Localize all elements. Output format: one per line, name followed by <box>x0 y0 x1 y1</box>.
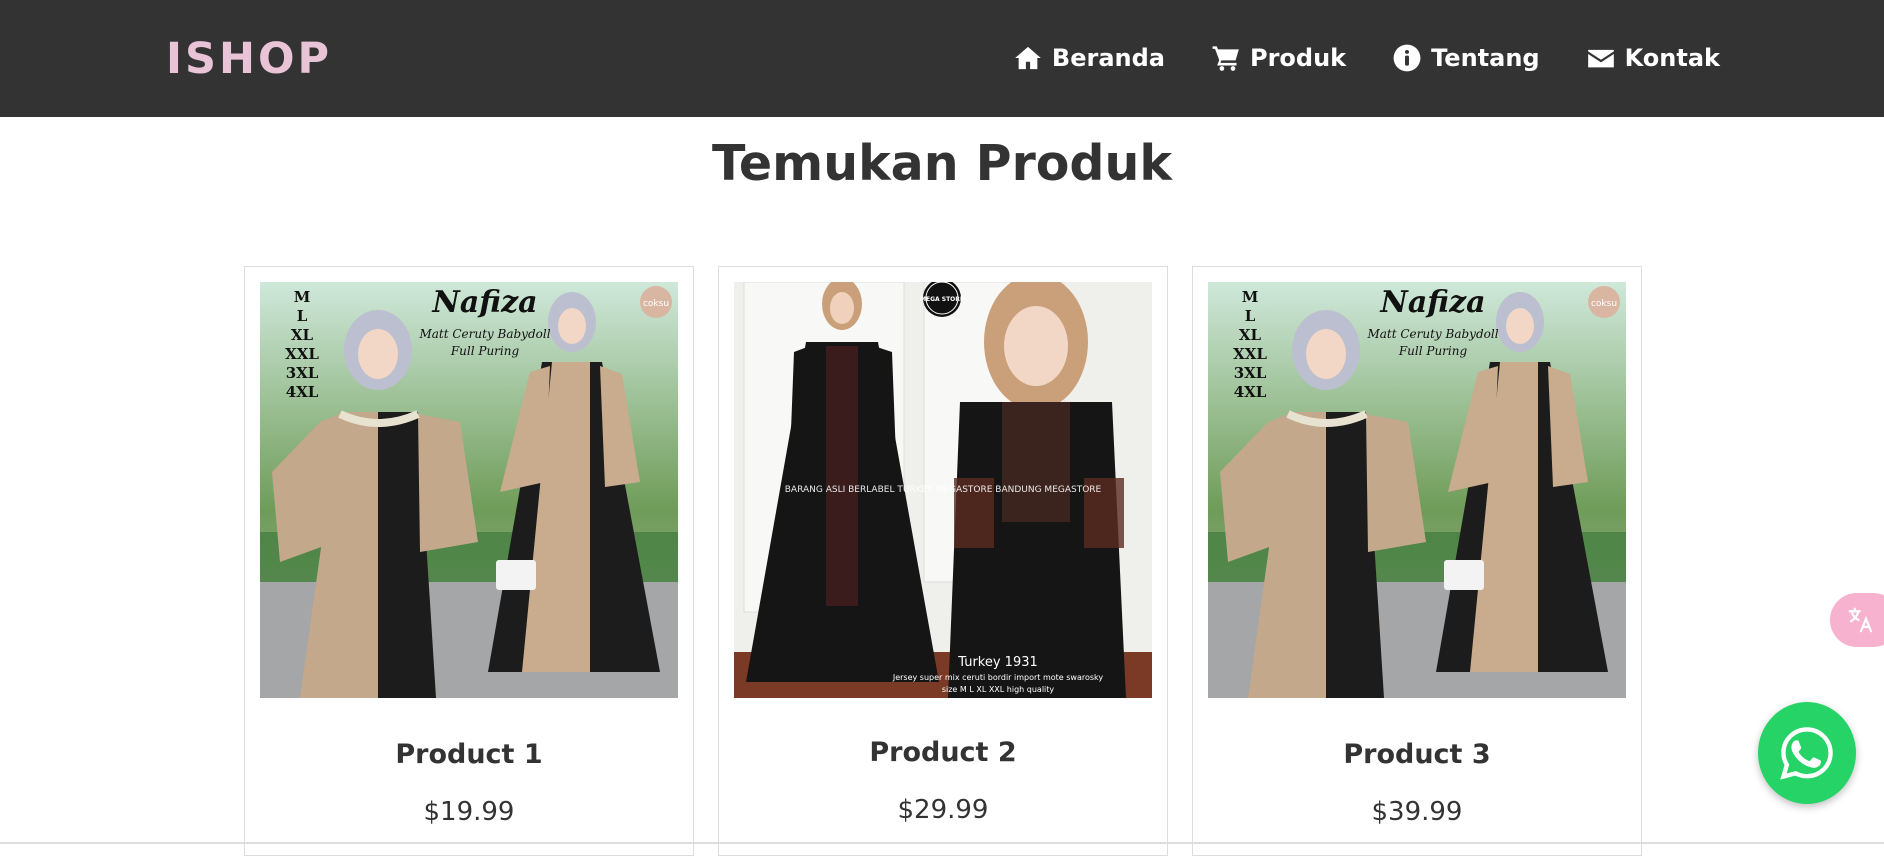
product-name[interactable]: Product 2 <box>719 737 1167 768</box>
product-image[interactable]: M L XL XXL 3XL 4XL Nafiza Matt Ceruty Ba… <box>260 282 678 698</box>
cart-icon <box>1212 46 1239 71</box>
nav-item-kontak[interactable]: Kontak <box>1587 44 1720 72</box>
product-card[interactable]: M L XL XXL 3XL 4XL Nafiza Matt Ceruty Ba… <box>244 266 694 856</box>
nav-item-label: Kontak <box>1624 44 1720 72</box>
svg-text:Full Puring: Full Puring <box>450 344 520 358</box>
nav-item-label: Produk <box>1249 44 1347 72</box>
nav-menu: Beranda Produk Tentang Kontak <box>1014 44 1720 72</box>
nav-item-produk[interactable]: Produk <box>1212 44 1346 72</box>
svg-text:size M L XL XXL high quality: size M L XL XXL high quality <box>942 685 1055 694</box>
brand-label: Nafiza <box>431 285 537 320</box>
product-photo: M L XL XXL 3XL 4XL Nafiza Matt Ceruty Ba… <box>1208 282 1626 698</box>
product-name[interactable]: Product 1 <box>245 739 693 770</box>
nav-item-tentang[interactable]: Tentang <box>1393 44 1540 72</box>
product-card[interactable]: MEGA STORE BARANG ASLI BERLABEL TURKEY M… <box>718 266 1168 856</box>
section-title: Temukan Produk <box>712 135 1172 192</box>
product-photo: M L XL XXL 3XL 4XL Nafiza Matt Ceruty Ba… <box>260 282 678 698</box>
info-icon <box>1393 44 1421 72</box>
svg-text:3XL: 3XL <box>1234 364 1267 382</box>
svg-text:Matt Ceruty Babydoll: Matt Ceruty Babydoll <box>1366 327 1498 341</box>
color-badge: coksu <box>643 299 669 309</box>
translate-icon <box>1848 607 1873 633</box>
product-price: $39.99 <box>1371 797 1463 827</box>
product-card[interactable]: M L XL XXL 3XL 4XL Nafiza Matt Ceruty Ba… <box>1192 266 1642 856</box>
svg-text:XXL: XXL <box>285 345 319 363</box>
svg-text:Full Puring: Full Puring <box>1398 344 1468 358</box>
svg-text:M: M <box>1242 288 1259 306</box>
svg-text:XL: XL <box>1239 326 1262 344</box>
store-badge: MEGA STORE <box>920 296 964 303</box>
nav-item-beranda[interactable]: Beranda <box>1014 44 1165 72</box>
svg-text:XXL: XXL <box>1233 345 1267 363</box>
svg-text:4XL: 4XL <box>286 383 319 401</box>
product-image[interactable]: MEGA STORE BARANG ASLI BERLABEL TURKEY M… <box>734 282 1152 698</box>
envelope-icon <box>1587 49 1614 68</box>
svg-text:M: M <box>294 288 311 306</box>
model-caption: Turkey 1931 <box>957 655 1038 670</box>
product-image[interactable]: M L XL XXL 3XL 4XL Nafiza Matt Ceruty Ba… <box>1208 282 1626 698</box>
whatsapp-button[interactable] <box>1758 702 1856 804</box>
nav-item-label: Beranda <box>1051 44 1165 72</box>
navbar: ISHOP Beranda Produk Tentang Kontak <box>0 0 1884 117</box>
svg-text:Jersey super mix ceruti bordir: Jersey super mix ceruti bordir import mo… <box>892 673 1104 682</box>
brand-logo[interactable]: ISHOP <box>166 34 332 84</box>
home-icon <box>1015 46 1041 70</box>
svg-text:L: L <box>297 307 308 325</box>
svg-text:XL: XL <box>291 326 314 344</box>
product-price: $29.99 <box>897 795 989 825</box>
nav-item-label: Tentang <box>1431 44 1540 72</box>
product-photo: MEGA STORE BARANG ASLI BERLABEL TURKEY M… <box>734 282 1152 698</box>
translate-button[interactable] <box>1830 593 1884 647</box>
watermark: BARANG ASLI BERLABEL TURKEY MEGASTORE BA… <box>785 485 1102 495</box>
svg-text:3XL: 3XL <box>286 364 319 382</box>
whatsapp-icon <box>1780 727 1833 780</box>
color-badge: coksu <box>1591 299 1617 309</box>
svg-text:Matt Ceruty Babydoll: Matt Ceruty Babydoll <box>418 327 550 341</box>
product-name[interactable]: Product 3 <box>1193 739 1641 770</box>
brand-label: Nafiza <box>1379 285 1485 320</box>
product-price: $19.99 <box>423 797 515 827</box>
svg-text:L: L <box>1245 307 1256 325</box>
svg-text:4XL: 4XL <box>1234 383 1267 401</box>
